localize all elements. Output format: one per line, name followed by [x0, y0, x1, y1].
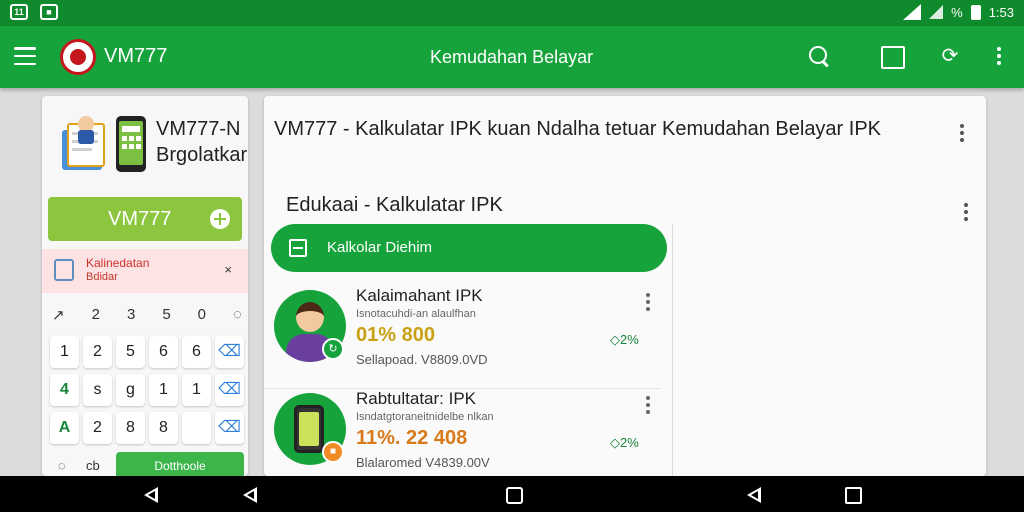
function-key[interactable]: 3 [127, 306, 135, 324]
backspace-key[interactable]: ⌫ [215, 336, 244, 368]
keypad-key[interactable] [182, 412, 211, 444]
settings-key[interactable]: ◌ [58, 458, 66, 473]
keypad-key[interactable]: 8 [116, 412, 145, 444]
primary-button[interactable]: VM777 [48, 197, 242, 241]
left-panel: VM777-N Brgolatkar VM777 Kalinedatan Bdi… [42, 96, 248, 476]
clock: 1:53 [988, 4, 1014, 20]
item-percent: 2% [610, 332, 639, 348]
navigation-bar [0, 476, 1024, 512]
function-key[interactable]: ◌ [233, 306, 242, 324]
function-key[interactable]: 0 [198, 306, 206, 324]
signal-icon [929, 5, 944, 19]
notification-box-icon: 11 [10, 4, 28, 20]
keypad-key[interactable]: 8 [149, 412, 178, 444]
promo-title-line1: VM777-N [156, 118, 241, 140]
primary-button-label: VM777 [108, 208, 172, 230]
badge-icon: ■ [322, 441, 344, 463]
add-icon [210, 209, 230, 229]
item-percent: 2% [610, 435, 639, 451]
alert-title: Kalinedatan [86, 256, 150, 270]
menu-icon[interactable] [14, 47, 36, 65]
function-key[interactable]: ↗ [52, 306, 65, 324]
document-icon[interactable] [879, 44, 905, 69]
main-title: VM777 - Kalkulatar IPK kuan Ndalha tetua… [274, 118, 882, 140]
gallery-icon: ■ [40, 4, 58, 20]
keypad-key[interactable]: 5 [116, 336, 145, 368]
backspace-key[interactable]: ⌫ [215, 374, 244, 406]
item-title: Kalaimahant IPK [356, 286, 483, 305]
keypad-key[interactable]: 2 [83, 336, 112, 368]
keypad: 1 2 5 6 6 ⌫ 4 s g 1 1 ⌫ A 2 8 8 ⌫ [50, 336, 244, 450]
calculator-icon [54, 259, 74, 281]
backspace-key[interactable]: ⌫ [215, 412, 244, 444]
more-vert-icon[interactable] [960, 121, 964, 142]
item-subtitle: Isnotacuhdi-an alaulfhan [356, 308, 476, 320]
keypad-key[interactable]: 2 [83, 412, 112, 444]
badge-icon: ↻ [322, 338, 344, 360]
keypad-bottom-row: ◌ cb Dotthoole [50, 452, 244, 476]
item-meta: Sellapoad. V8809.0VD [356, 352, 488, 367]
alert-banner: Kalinedatan Bdidar × [42, 249, 248, 293]
search-icon[interactable] [807, 44, 831, 68]
back-icon[interactable] [243, 487, 259, 503]
page-title: Kemudahan Belayar [430, 47, 594, 67]
pill-label: Kalkolar Diehim [327, 239, 433, 256]
status-bar: 11 ■ % 1:53 [0, 0, 1024, 26]
close-icon[interactable]: × [224, 262, 232, 277]
promo-title-line2: Brgolatkar [156, 144, 248, 166]
more-vert-icon[interactable] [989, 44, 1009, 68]
back-icon[interactable] [747, 487, 763, 503]
app-logo [60, 39, 96, 75]
keypad-key[interactable]: 4 [50, 374, 79, 406]
keypad-key[interactable]: 1 [182, 374, 211, 406]
promo-illustration [62, 116, 146, 172]
function-key[interactable]: 5 [162, 306, 170, 324]
app-bar: VM777 Kemudahan Belayar ⟳ [0, 26, 1024, 88]
more-vert-icon[interactable] [646, 393, 650, 414]
recents-icon[interactable] [845, 487, 862, 504]
calculator-pill-button[interactable]: Kalkolar Diehim [271, 224, 667, 272]
divider [672, 224, 673, 476]
keypad-key[interactable]: 1 [50, 336, 79, 368]
clear-key[interactable]: cb [86, 458, 100, 473]
section-title: Edukaai - Kalkulatar IPK [286, 194, 503, 216]
list-item[interactable]: ↻ Kalaimahant IPK Isnotacuhdi-an alaulfh… [264, 286, 660, 384]
function-key[interactable]: 2 [92, 306, 100, 324]
item-subtitle: Isndatgtoraneitnidelbe nlkan [356, 411, 494, 423]
item-meta: Blalaromed V4839.00V [356, 455, 490, 470]
list-item[interactable]: ■ Rabtultatar: IPK Isndatgtoraneitnidelb… [264, 388, 660, 476]
home-icon[interactable] [506, 487, 523, 504]
battery-icon [970, 4, 981, 20]
function-row: ↗ 2 3 5 0 ◌ [52, 306, 242, 324]
app-name: VM777 [104, 45, 168, 67]
back-icon[interactable] [144, 487, 160, 503]
item-value: 11%. 22 408 [356, 427, 468, 449]
wifi-icon [903, 4, 922, 20]
keypad-key[interactable]: s [83, 374, 112, 406]
item-title: Rabtultatar: IPK [356, 389, 477, 408]
battery-percent: % [951, 4, 963, 20]
calculator-icon [289, 239, 307, 257]
promo-title: VM777-N Brgolatkar [156, 116, 247, 168]
alert-subtitle: Bdidar [86, 271, 118, 283]
keypad-key[interactable]: 1 [149, 374, 178, 406]
submit-button[interactable]: Dotthoole [116, 452, 244, 476]
share-icon[interactable]: ⟳ [938, 44, 962, 68]
item-value: 01% 800 [356, 324, 435, 346]
keypad-key[interactable]: A [50, 412, 79, 444]
keypad-key[interactable]: 6 [182, 336, 211, 368]
more-vert-icon[interactable] [964, 200, 968, 221]
keypad-key[interactable]: g [116, 374, 145, 406]
keypad-key[interactable]: 6 [149, 336, 178, 368]
more-vert-icon[interactable] [646, 290, 650, 311]
main-panel: VM777 - Kalkulatar IPK kuan Ndalha tetua… [264, 96, 986, 476]
